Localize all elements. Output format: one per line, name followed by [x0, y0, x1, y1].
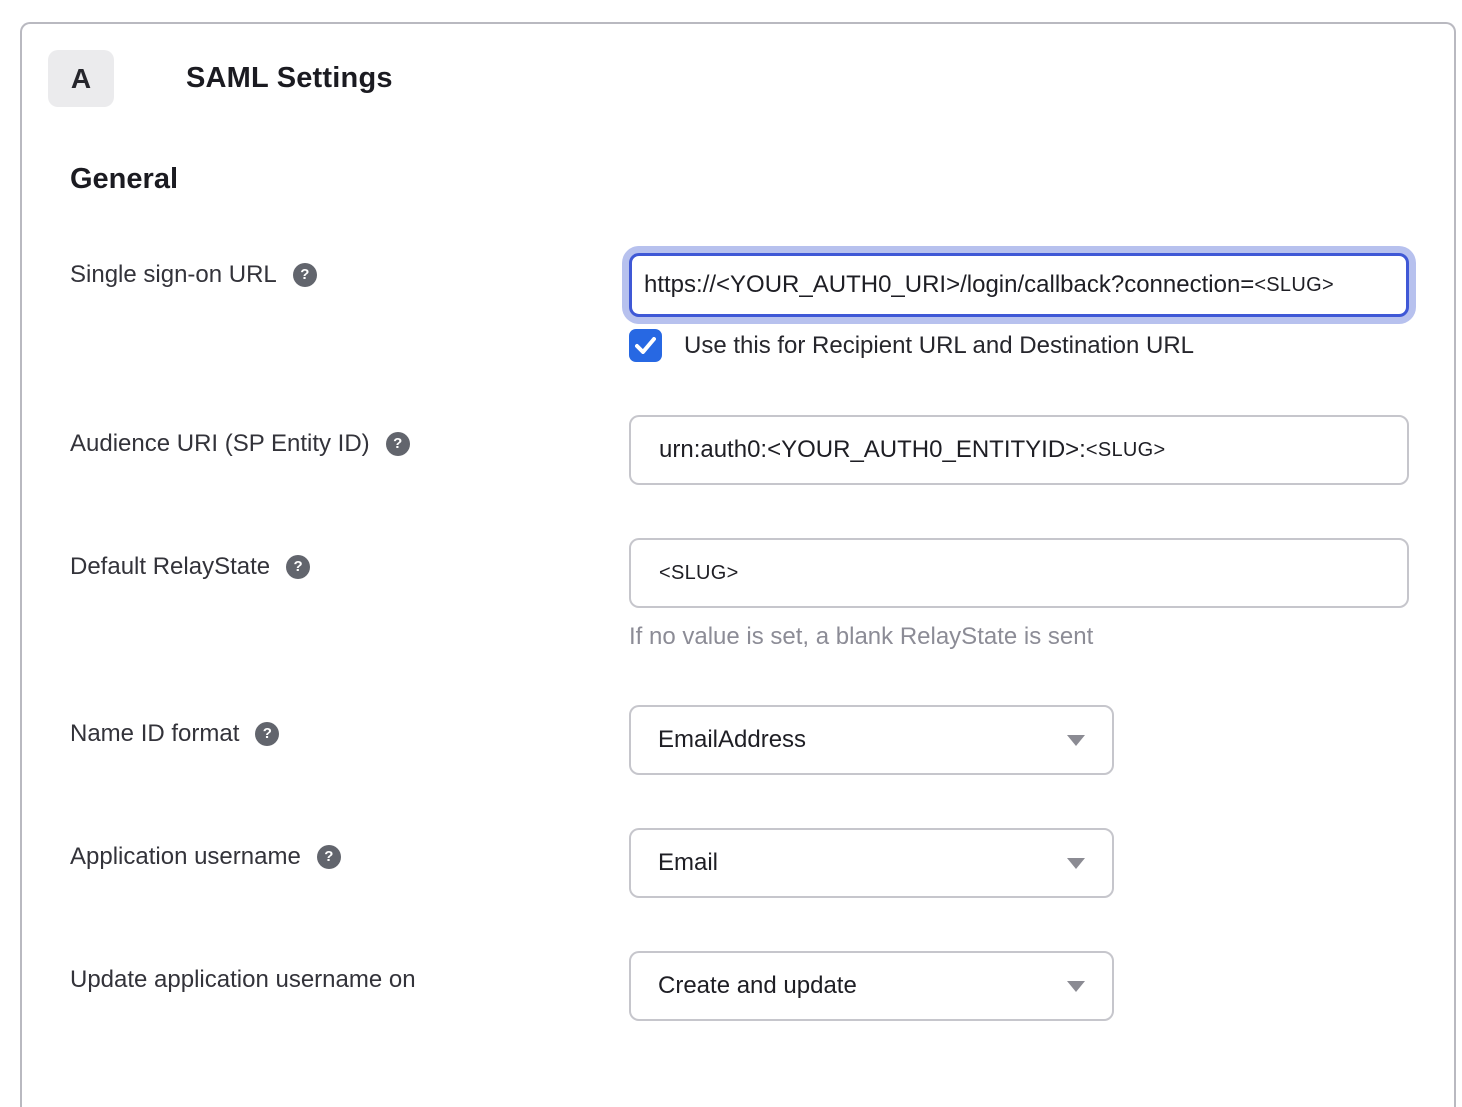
- chevron-down-icon: [1067, 981, 1085, 992]
- recipient-url-checkbox[interactable]: [629, 329, 662, 362]
- update-application-username-select[interactable]: Create and update: [629, 951, 1114, 1021]
- group-title-general: General: [70, 162, 1406, 196]
- default-relay-state-value: <SLUG>: [659, 562, 739, 585]
- row-default-relay-state: Default RelayState ? <SLUG> If no value …: [70, 538, 1406, 652]
- help-icon[interactable]: ?: [317, 845, 341, 869]
- help-icon[interactable]: ?: [286, 555, 310, 579]
- application-username-select[interactable]: Email: [629, 828, 1114, 898]
- application-username-value: Email: [658, 849, 718, 877]
- audience-uri-value: urn:auth0:<YOUR_AUTH0_ENTITYID>:: [659, 436, 1086, 464]
- help-icon[interactable]: ?: [293, 263, 317, 287]
- section-header: A SAML Settings: [48, 50, 1406, 107]
- check-icon: [635, 337, 656, 354]
- recipient-url-checkbox-row: Use this for Recipient URL and Destinati…: [629, 329, 1409, 362]
- relay-state-helper-text: If no value is set, a blank RelayState i…: [629, 622, 1409, 652]
- recipient-url-checkbox-label[interactable]: Use this for Recipient URL and Destinati…: [684, 332, 1194, 360]
- audience-uri-input[interactable]: urn:auth0:<YOUR_AUTH0_ENTITYID>:<SLUG>: [629, 415, 1409, 485]
- help-icon[interactable]: ?: [386, 432, 410, 456]
- name-id-format-label: Name ID format ?: [70, 705, 629, 748]
- chevron-down-icon: [1067, 735, 1085, 746]
- row-audience-uri: Audience URI (SP Entity ID) ? urn:auth0:…: [70, 415, 1406, 485]
- update-application-username-value: Create and update: [658, 972, 857, 1000]
- default-relay-state-label: Default RelayState ?: [70, 538, 629, 581]
- section-step-badge: A: [48, 50, 114, 107]
- row-application-username: Application username ? Email: [70, 828, 1406, 898]
- row-single-sign-on-url: Single sign-on URL ? https://<YOUR_AUTH0…: [70, 246, 1406, 362]
- help-icon[interactable]: ?: [255, 722, 279, 746]
- row-update-application-username: Update application username on Create an…: [70, 951, 1406, 1021]
- chevron-down-icon: [1067, 858, 1085, 869]
- sso-url-slug: <SLUG>: [1254, 274, 1334, 297]
- default-relay-state-input[interactable]: <SLUG>: [629, 538, 1409, 608]
- page-title: SAML Settings: [186, 62, 393, 95]
- update-application-username-label: Update application username on: [70, 951, 629, 994]
- name-id-format-value: EmailAddress: [658, 726, 806, 754]
- sso-url-value: https://<YOUR_AUTH0_URI>/login/callback?…: [644, 271, 1254, 299]
- audience-uri-label: Audience URI (SP Entity ID) ?: [70, 415, 629, 458]
- saml-settings-card: A SAML Settings General Single sign-on U…: [20, 22, 1456, 1107]
- name-id-format-select[interactable]: EmailAddress: [629, 705, 1114, 775]
- single-sign-on-url-input[interactable]: https://<YOUR_AUTH0_URI>/login/callback?…: [629, 253, 1409, 317]
- application-username-label: Application username ?: [70, 828, 629, 871]
- audience-uri-slug: <SLUG>: [1086, 439, 1166, 462]
- row-name-id-format: Name ID format ? EmailAddress: [70, 705, 1406, 775]
- single-sign-on-url-label: Single sign-on URL ?: [70, 246, 629, 289]
